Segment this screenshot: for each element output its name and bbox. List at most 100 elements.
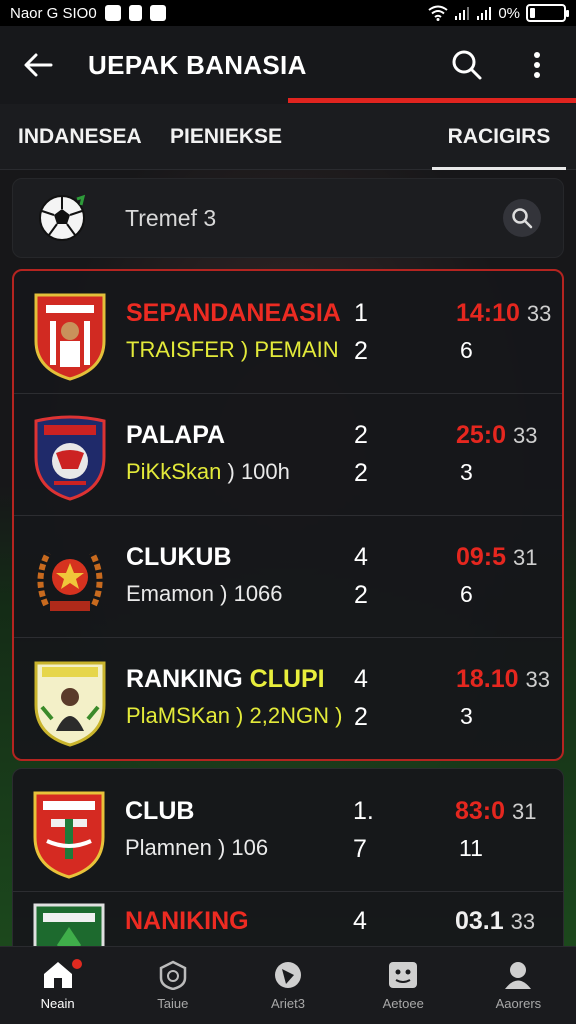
time-main: 18.10 [456,665,519,693]
more-options-button[interactable] [520,45,554,85]
team-subtitle-highlight: PiKkSkan [126,459,222,484]
nav-aetoee[interactable]: Aetoee [346,947,461,1024]
tab-bar: INDANESEA PIENIEKSE RACIGIRS [0,104,576,170]
stat-tertiary: 3 [460,703,473,729]
search-button-small[interactable] [503,199,541,237]
nav-label: Ariet3 [271,996,305,1011]
time-main: 09:5 [456,543,507,571]
team-name-part: RANKING [126,665,243,693]
search-icon [452,50,482,80]
time-main: 14:10 [456,299,520,327]
nav-label: Neain [40,996,75,1011]
red-white-shield-crest-icon [34,293,106,381]
team-name: PALAPA [126,421,226,449]
nav-ariet3[interactable]: Ariet3 [230,947,345,1024]
tab-underline [432,166,566,170]
team-name-part: CLUPI [249,665,325,693]
stat-primary: 4 [354,543,368,571]
nav-label: Aaorers [495,996,542,1011]
time-extra: 33 [510,909,536,934]
team-subtitle: Emamon ) 1066 [126,581,283,606]
search-text: Tremef 3 [125,204,217,231]
time-extra: 33 [513,423,538,448]
arrow-left-icon [24,53,53,77]
notification-badge [70,957,84,971]
page-title: UEPAK BANASIA [88,49,307,80]
team-name: NANIKING [125,907,249,935]
laurel-wreath-crest-icon [37,551,103,611]
app-bar: UEPAK BANASIA [0,26,576,104]
notification-icon [128,5,142,21]
nav-taiue[interactable]: Taiue [115,947,230,1024]
rankings-card: SEPANDANEASIA TRAISFER ) PEMAIN 1 2 14:1… [12,269,564,761]
tab-pieniekse[interactable]: PIENIEKSE [170,104,282,170]
stat-tertiary: 6 [460,337,473,363]
match-time: 83:0 31 [455,797,536,826]
rankings-card-secondary: CLUB Plamnen ) 106 1. 7 83:0 31 11 NANIK… [12,768,564,991]
battery-percent: 0% [498,4,520,22]
signal-icon [455,7,470,20]
status-bar: Naor G SIO0 0% [0,0,576,26]
soccer-ball-icon [39,194,86,241]
team-subtitle: PiKkSkan ) 100h [126,459,290,485]
nav-label: Taiue [157,996,189,1011]
more-vert-icon [534,52,540,78]
team-name: CLUKUB [126,543,232,571]
time-main: 83:0 [455,797,506,825]
stat-primary: 1 [354,299,368,327]
match-time: 09:5 31 [456,543,537,572]
stat-primary: 4 [354,665,368,693]
team-name: RANKING CLUPI [126,665,325,694]
time-main: 03.1 [455,907,504,935]
nav-aaorers[interactable]: Aaorers [461,947,576,1024]
match-time: 14:10 33 [456,299,551,328]
list-item[interactable]: CLUKUB Emamon ) 1066 4 2 09:5 31 6 [14,515,562,637]
time-main: 25:0 [456,421,507,449]
time-extra: 33 [526,301,552,326]
yellow-shield-player-crest-icon [34,661,106,747]
team-name: SEPANDANEASIA [126,299,341,327]
profile-icon [505,962,532,989]
stat-tertiary: 6 [460,581,473,607]
nav-label: Aetoee [382,996,424,1011]
signal-icon [477,7,492,20]
bottom-navigation: Neain Taiue Ariet3 Aetoee Aaorers [0,946,576,1024]
search-card[interactable]: Tremef 3 [12,178,564,258]
tab-label: PIENIEKSE [170,124,283,148]
list-item[interactable]: RANKING CLUPI PlaMSKan ) 2,2NGN ) 4 2 18… [14,637,562,759]
battery-icon [526,4,569,22]
shield-badge-icon [159,960,187,990]
tab-indanesea[interactable]: INDANESEA [18,104,142,170]
search-button[interactable] [450,45,484,85]
tab-racigirs[interactable]: RACIGIRS [432,104,566,170]
tab-indicator-accent [288,98,576,103]
stat-tertiary: 11 [459,835,483,861]
tab-label: RACIGIRS [447,124,551,148]
stat-primary: 4 [353,907,367,935]
stat-secondary: 2 [354,337,368,365]
stat-tertiary: 3 [460,459,473,485]
search-icon [512,208,533,229]
stat-primary: 1. [353,797,374,825]
team-name: CLUB [125,797,195,825]
team-subtitle: Plamnen ) 106 [125,835,269,860]
team-subtitle: TRAISFER ) PEMAIN [126,337,339,362]
stat-secondary: 2 [354,703,368,731]
notification-icon [104,5,121,21]
list-item[interactable]: PALAPA PiKkSkan ) 100h 2 2 25:0 33 3 [14,393,562,515]
list-item[interactable]: SEPANDANEASIA TRAISFER ) PEMAIN 1 2 14:1… [14,271,562,393]
nav-home[interactable]: Neain [0,947,115,1024]
stat-secondary: 7 [353,835,367,863]
back-button[interactable] [18,45,58,85]
stat-primary: 2 [354,421,368,449]
time-extra: 33 [525,667,550,692]
match-time: 03.1 33 [455,907,535,936]
time-extra: 31 [512,799,537,824]
list-item[interactable]: CLUB Plamnen ) 106 1. 7 83:0 31 11 [13,769,563,891]
team-subtitle-rest: ) 100h [221,459,290,484]
time-extra: 31 [513,545,538,570]
tab-label: INDANESEA [18,124,142,148]
red-green-shield-crest-icon [33,791,105,879]
team-subtitle: PlaMSKan ) 2,2NGN ) [126,703,343,728]
stat-secondary: 2 [354,459,368,487]
